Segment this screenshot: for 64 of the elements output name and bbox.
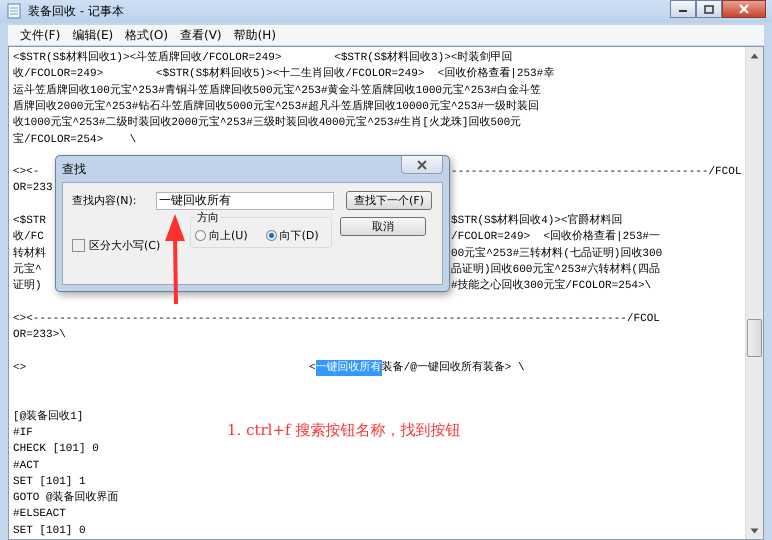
menu-item[interactable]: 帮助(H) (228, 26, 282, 44)
vertical-scrollbar[interactable] (745, 47, 763, 539)
text-line: <$STR(S$材料回收1)><斗笠盾牌回收/FCOLOR=249> <$STR(S$材料回收3)><时装剑甲回 (13, 50, 512, 66)
radio-button[interactable] (195, 230, 206, 241)
find-next-button[interactable]: 查找下一个(F) (346, 191, 432, 210)
radio-button[interactable] (266, 230, 277, 241)
cancel-button[interactable]: 取消 (340, 217, 426, 236)
text-line: 元宝^ (13, 262, 42, 278)
text-line: 转材料 (13, 246, 46, 262)
menu-item[interactable]: 查看(V) (174, 26, 228, 44)
window-title: 装备回收 - 记事本 (28, 2, 124, 20)
close-icon (738, 4, 750, 14)
text-line: 证明) (13, 278, 42, 294)
text-line: <><- (13, 165, 40, 180)
match-case-label: 区分大小写(C) (89, 238, 160, 254)
scrollbar-thumb[interactable] (747, 319, 762, 358)
text-line: 收1000元宝^253#二级时装回收2000元宝^253#三级时装回收4000元宝^253#生肖[火龙珠]回收500元 (13, 115, 522, 132)
text-line: #ACT (13, 458, 40, 474)
text-line: < (309, 360, 316, 376)
radio-label: 向下(D) (280, 228, 319, 243)
text-line: CHECK [101] 0 (13, 442, 99, 458)
search-match-highlight: 一键回收所有 (316, 360, 382, 376)
text-line: <> (13, 360, 26, 376)
text-line: OR=233>\ (13, 328, 66, 344)
scroll-down-icon[interactable] (750, 528, 759, 534)
text-line: [@装备回收1] (13, 409, 84, 425)
scroll-up-icon[interactable] (750, 52, 759, 59)
text-line: 00元宝^253#三转材料(七品证明)回收300 (451, 246, 664, 262)
text-line: #技能之心回收300元宝/FCOLOR=254>\ (451, 278, 652, 294)
maximize-button[interactable] (696, 0, 722, 18)
maximize-icon (704, 4, 714, 14)
text-line: 收/FCOLOR=249> <$STR(S$材料回收5)><十二生肖回收/FCOLOR=249> <回收价格查看|253#幸 (13, 66, 554, 82)
match-case-checkbox[interactable] (72, 239, 85, 252)
find-what-field[interactable]: 一键回收所有 (156, 192, 334, 210)
text-line: <$STR (13, 214, 46, 230)
menu-item[interactable]: 格式(O) (119, 26, 174, 44)
text-line: <><------------------------------------------------------------------------------------------/FCOL (13, 312, 660, 327)
close-button[interactable] (722, 0, 766, 18)
notepad-icon (6, 3, 22, 20)
text-line: $STR(S$材料回收4)><官爵材料回 (451, 213, 624, 230)
text-line: 品证明)回收600元宝^253#六转材料(四品 (451, 262, 662, 278)
close-button[interactable] (401, 156, 443, 174)
minimize-button[interactable] (670, 0, 696, 18)
dialog-title: 查找 (62, 160, 86, 178)
text-line: GOTO @装备回收界面 (13, 490, 119, 506)
text-line: 收/FC (13, 229, 44, 246)
find-what-label: 查找内容(N): (72, 193, 138, 208)
text-line: #IF (13, 426, 33, 441)
text-line: 装备/@一键回收所有装备> \ (382, 360, 525, 376)
direction-legend: 方向 (195, 210, 221, 226)
text-line: #ELSEACT (13, 507, 66, 522)
annotation-text: 1. ctrl+f 搜索按钮名称，找到按钮 (227, 421, 460, 440)
text-line: ---------------------------------------/FCOL (451, 165, 742, 180)
menu-item[interactable]: 编辑(E) (66, 26, 120, 44)
text-line: SET [101] 0 (13, 524, 86, 539)
menu-item[interactable]: 文件(F) (14, 26, 66, 44)
text-line: /FCOLOR=249> <回收价格查看|253#一 (451, 229, 662, 246)
text-line: OR=233 (13, 181, 53, 196)
text-line: 运斗笠盾牌回收100元宝^253#青铜斗笠盾牌回收500元宝^253#黄金斗笠盾牌回收1000元宝^253#白金斗笠 (13, 82, 542, 99)
close-icon (416, 160, 428, 170)
radio-label: 向上(U) (209, 228, 248, 243)
text-line: 盾牌回收2000元宝^253#钻石斗笠盾牌回收5000元宝^253#超凡斗笠盾牌回收10000元宝^253#一级时装回 (13, 98, 539, 115)
text-line: 宝/FCOLOR=254> \ (13, 132, 136, 148)
text-line: SET [101] 1 (13, 474, 86, 490)
